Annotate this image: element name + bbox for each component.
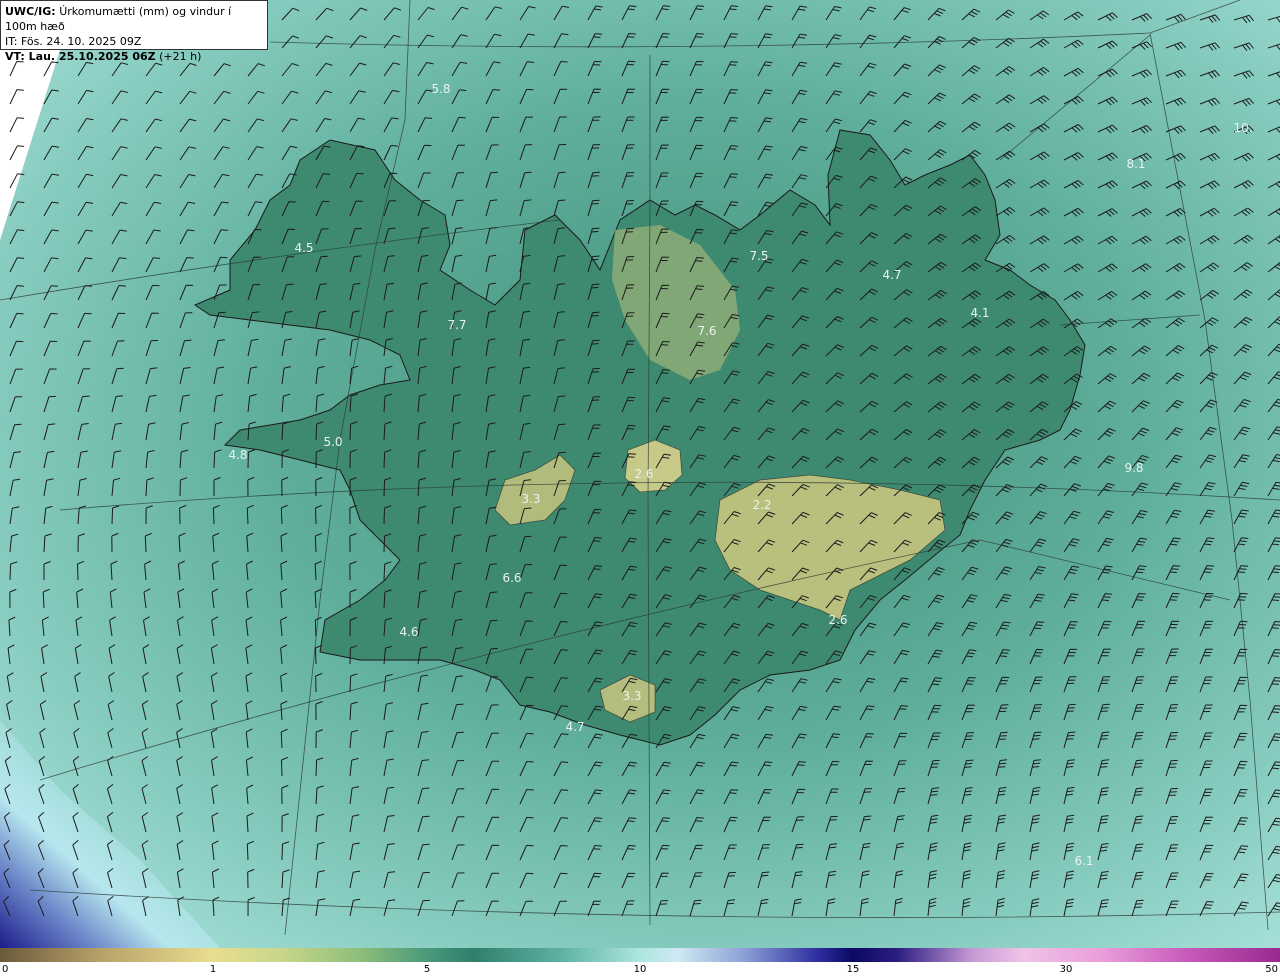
value-label: 3.3 <box>521 492 540 506</box>
value-label: 7.5 <box>749 249 768 263</box>
value-label: 5.0 <box>323 435 342 449</box>
scale-tick-label: 30 <box>1059 964 1073 975</box>
valid-time-row: VT: Lau. 25.10.2025 06Z (+21 h) <box>5 49 263 64</box>
issue-time: IT: Fös. 24. 10. 2025 09Z <box>5 35 142 48</box>
value-label: 6.6 <box>502 571 521 585</box>
value-label: 7.7 <box>447 318 466 332</box>
value-label: 8.1 <box>1126 157 1145 171</box>
value-label: 4.7 <box>565 720 584 734</box>
scale-tick-label: 10 <box>633 964 647 975</box>
value-label: 4.6 <box>399 625 418 639</box>
value-label: 5.8 <box>431 82 450 96</box>
value-label: 2.6 <box>634 467 653 481</box>
value-label: 6.1 <box>1074 854 1093 868</box>
precipitation-wind-map: 5.8 4.5 7.5 4.7 4.1 7.7 7.6 5.0 4.8 2.6 … <box>0 0 1280 948</box>
value-label: 4.5 <box>294 241 313 255</box>
scale-tick-label: 1 <box>209 964 217 975</box>
value-label: 9.8 <box>1124 461 1143 475</box>
color-gradient <box>0 948 1280 962</box>
value-label: 2.2 <box>752 498 771 512</box>
scale-tick-label: 0 <box>2 964 9 975</box>
color-scale-bar: 0 1 5 10 15 30 50 <box>0 948 1280 978</box>
value-label: 4.7 <box>882 268 901 282</box>
map-title: UWC/IG: Úrkomumætti (mm) og vindur í 100… <box>5 4 263 34</box>
forecast-offset: (+21 h) <box>159 50 202 63</box>
scale-tick-label: 15 <box>846 964 860 975</box>
value-label: 10. <box>1233 121 1252 135</box>
value-label: 7.6 <box>697 324 716 338</box>
scale-tick-label: 5 <box>423 964 431 975</box>
info-box: UWC/IG: Úrkomumætti (mm) og vindur í 100… <box>0 0 268 63</box>
value-label: 4.1 <box>970 306 989 320</box>
valid-time: VT: Lau. 25.10.2025 06Z <box>5 50 156 63</box>
value-label: 2.6 <box>828 613 847 627</box>
value-label: 3.3 <box>622 689 641 703</box>
model-name: UWC/IG: <box>5 5 56 18</box>
scale-tick-label: 50 <box>1265 964 1278 975</box>
value-label: 4.8 <box>228 448 247 462</box>
